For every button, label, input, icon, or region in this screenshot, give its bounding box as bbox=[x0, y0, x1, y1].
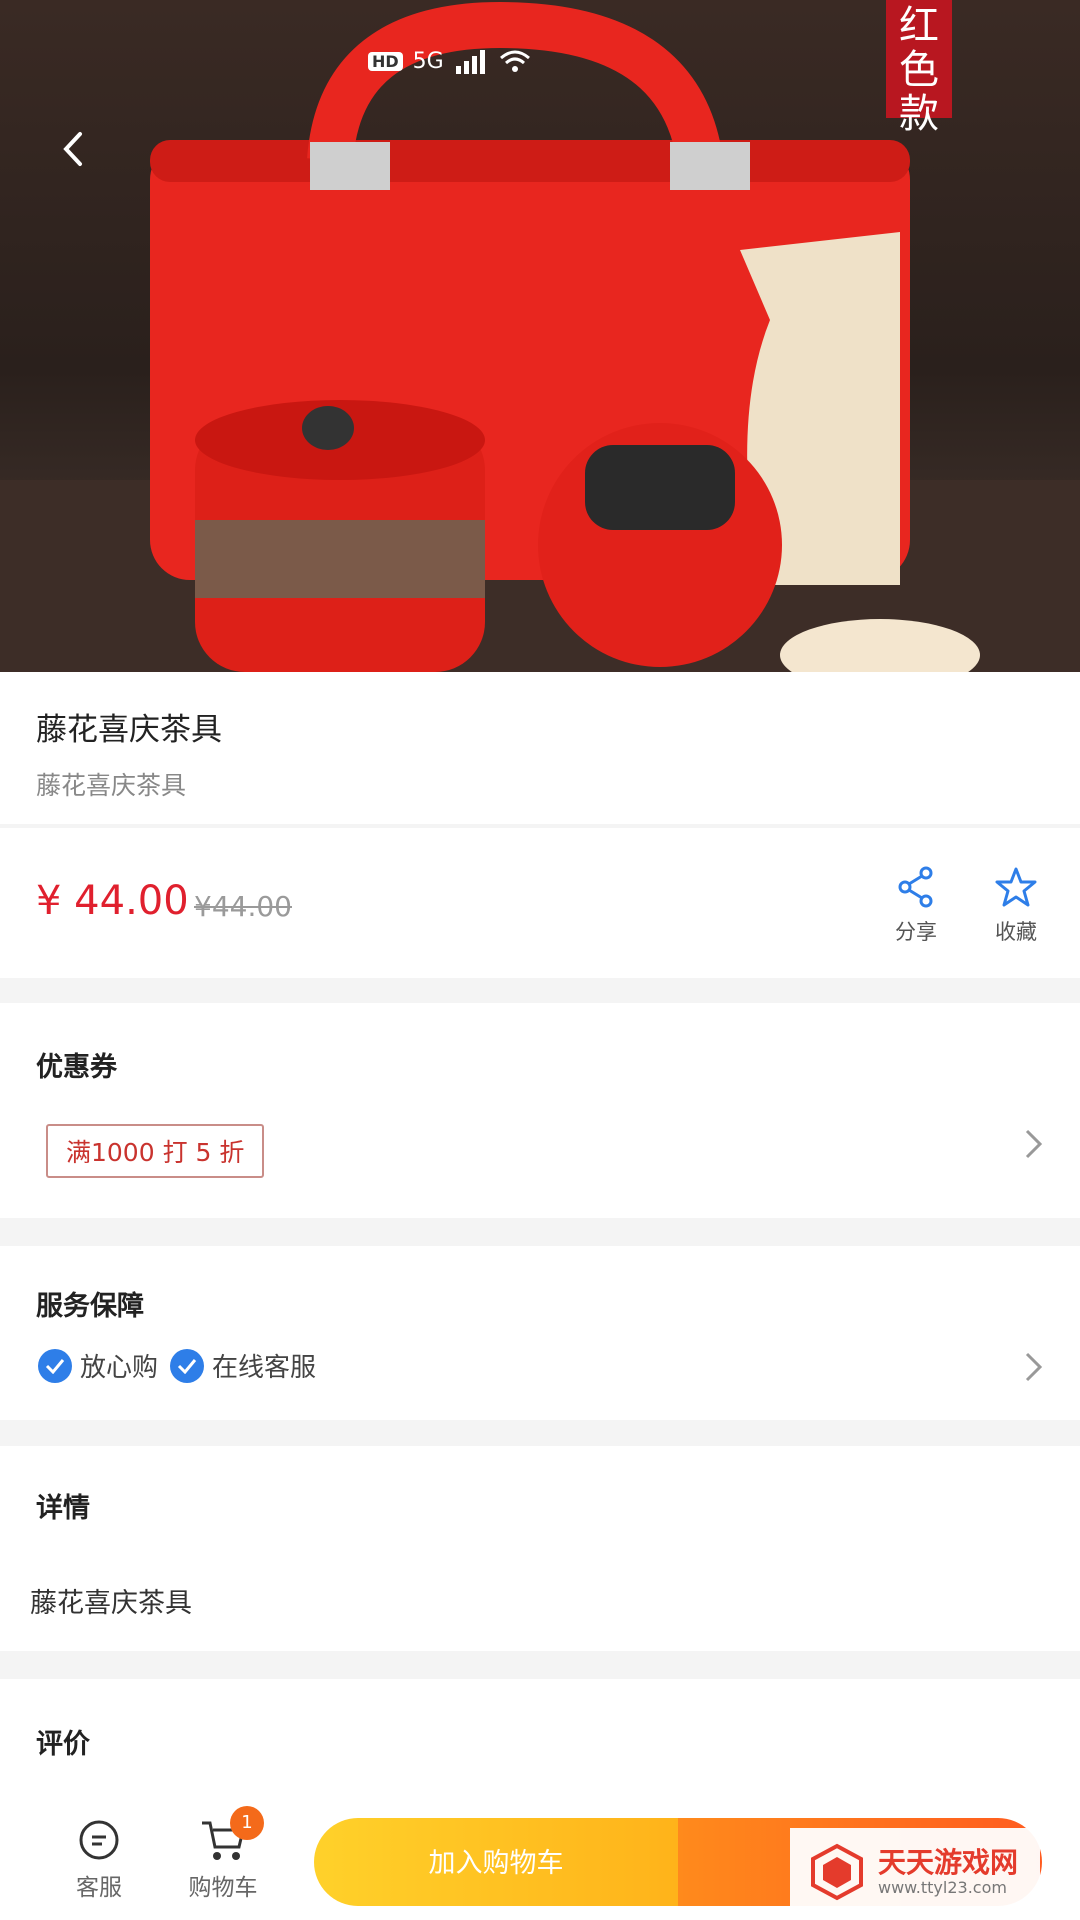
service-item-1: 放心购 bbox=[80, 1353, 159, 1383]
add-to-cart-button[interactable]: 加入购物车 bbox=[314, 1818, 678, 1906]
reviews-title: 评价 bbox=[36, 1729, 90, 1760]
cart-button[interactable]: 1 购物车 bbox=[168, 1806, 278, 1902]
favorite-label: 收藏 bbox=[995, 920, 1037, 944]
chevron-right-icon[interactable] bbox=[1022, 1350, 1046, 1384]
service-items: 放心购 在线客服 bbox=[38, 1347, 316, 1384]
signal-label: 5G bbox=[412, 48, 444, 74]
customer-service-button[interactable]: 客服 bbox=[44, 1818, 154, 1902]
chat-icon bbox=[79, 1820, 119, 1860]
coupon-section[interactable]: 优惠券 满1000 打 5 折 bbox=[0, 1003, 1080, 1218]
original-price: ¥44.00 bbox=[194, 890, 292, 923]
share-icon bbox=[898, 866, 933, 908]
back-arrow-icon[interactable] bbox=[50, 124, 100, 174]
customer-service-label: 客服 bbox=[76, 1875, 122, 1901]
product-title-section: 藤花喜庆茶具 藤花喜庆茶具 bbox=[0, 672, 1080, 824]
cart-count-badge: 1 bbox=[230, 1806, 264, 1840]
site-watermark: 天天游戏网 www.ttyl23.com bbox=[790, 1828, 1040, 1916]
star-icon bbox=[995, 867, 1037, 907]
chevron-right-icon[interactable] bbox=[1022, 1127, 1046, 1161]
check-icon bbox=[38, 1348, 72, 1383]
site-logo-icon bbox=[811, 1843, 863, 1901]
status-bar: HD 5G bbox=[368, 48, 532, 74]
detail-section: 详情 藤花喜庆茶具 bbox=[0, 1446, 1080, 1651]
product-title: 藤花喜庆茶具 bbox=[36, 712, 222, 748]
favorite-button[interactable]: 收藏 bbox=[976, 866, 1056, 946]
product-subtitle: 藤花喜庆茶具 bbox=[36, 771, 187, 800]
current-price: ¥ 44.00 bbox=[36, 878, 189, 924]
wifi-icon bbox=[499, 50, 530, 72]
service-item-2: 在线客服 bbox=[212, 1353, 317, 1383]
detail-text: 藤花喜庆茶具 bbox=[30, 1588, 192, 1619]
coupon-title: 优惠券 bbox=[36, 1052, 117, 1083]
detail-title: 详情 bbox=[36, 1493, 90, 1524]
product-hero-image[interactable]: HD 5G 红色款 bbox=[0, 0, 1080, 672]
hd-icon: HD bbox=[368, 51, 403, 71]
price-section: ¥ 44.00 ¥44.00 分享 收藏 bbox=[0, 828, 1080, 978]
service-section[interactable]: 服务保障 放心购 在线客服 bbox=[0, 1246, 1080, 1420]
signal-icon bbox=[455, 50, 485, 74]
watermark-url: www.ttyl23.com bbox=[878, 1877, 1007, 1897]
check-icon bbox=[170, 1348, 205, 1383]
share-label: 分享 bbox=[895, 920, 937, 944]
product-badge: 红色款 bbox=[886, 0, 952, 136]
watermark-name: 天天游戏网 bbox=[878, 1845, 1019, 1879]
service-title: 服务保障 bbox=[36, 1291, 144, 1322]
coupon-tag[interactable]: 满1000 打 5 折 bbox=[46, 1124, 265, 1178]
share-button[interactable]: 分享 bbox=[876, 866, 956, 946]
cart-label: 购物车 bbox=[188, 1875, 258, 1901]
